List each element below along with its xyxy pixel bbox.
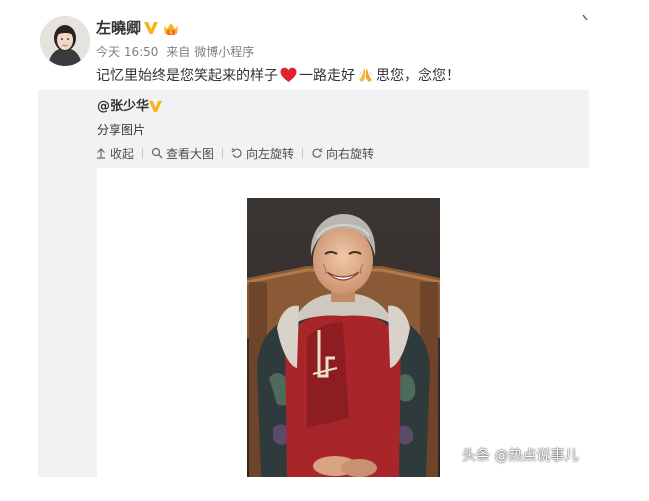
verified-v-icon xyxy=(148,100,163,113)
view-large-button[interactable]: 查看大图 xyxy=(151,145,214,162)
shared-photo[interactable] xyxy=(247,198,440,477)
post-text-part3: 思您，念您！ xyxy=(376,68,460,84)
praying-hands-emoji xyxy=(359,69,372,82)
collapse-arrow-icon xyxy=(97,148,105,159)
elderly-woman-portrait xyxy=(247,198,440,477)
rotate-left-button[interactable]: 向左旋转 xyxy=(231,145,294,162)
magnifier-icon xyxy=(151,147,163,159)
svg-text:6: 6 xyxy=(170,30,173,36)
rotate-left-icon xyxy=(231,148,242,158)
view-large-label: 查看大图 xyxy=(166,146,215,161)
red-heart-emoji xyxy=(280,67,297,82)
image-viewer xyxy=(97,168,589,477)
post-text: 记忆里始终是您笑起来的样子 一路走好 思您，念您！ xyxy=(96,66,460,86)
image-toolbar: 收起 查看大图 向左旋转 向右旋转 xyxy=(95,144,374,162)
repost-card: @张少华 分享图片 收起 查看大图 向左旋转 向右旋转 xyxy=(38,90,589,477)
original-author-link[interactable]: @张少华 xyxy=(97,98,149,116)
author-avatar[interactable] xyxy=(40,16,90,66)
post-source-prefix: 来自 xyxy=(166,45,191,59)
post-text-part1: 记忆里始终是您笑起来的样子 xyxy=(96,68,278,84)
collapse-button[interactable]: 收起 xyxy=(95,145,134,162)
rotate-right-icon xyxy=(312,148,323,158)
source-watermark: 头条 @热点说事儿 xyxy=(462,448,579,464)
more-options-icon[interactable] xyxy=(582,14,588,24)
share-image-label: 分享图片 xyxy=(97,123,146,137)
post-author-name[interactable]: 左曉卿 xyxy=(96,18,141,38)
toolbar-divider xyxy=(302,147,304,159)
rotate-right-label: 向右旋转 xyxy=(326,146,375,161)
verified-v-icon xyxy=(144,22,158,34)
post-time[interactable]: 今天 16:50 xyxy=(96,45,158,59)
post-source[interactable]: 微博小程序 xyxy=(194,45,254,59)
toolbar-divider xyxy=(142,147,144,159)
avatar-photo xyxy=(40,16,90,66)
toolbar-divider xyxy=(222,147,224,159)
member-crown-icon: 6 xyxy=(164,23,178,36)
rotate-left-label: 向左旋转 xyxy=(246,146,295,161)
post-text-part2: 一路走好 xyxy=(299,68,355,84)
post-meta: 今天 16:50 来自 微博小程序 xyxy=(96,44,254,60)
rotate-right-button[interactable]: 向右旋转 xyxy=(311,145,374,162)
collapse-label: 收起 xyxy=(110,146,135,161)
